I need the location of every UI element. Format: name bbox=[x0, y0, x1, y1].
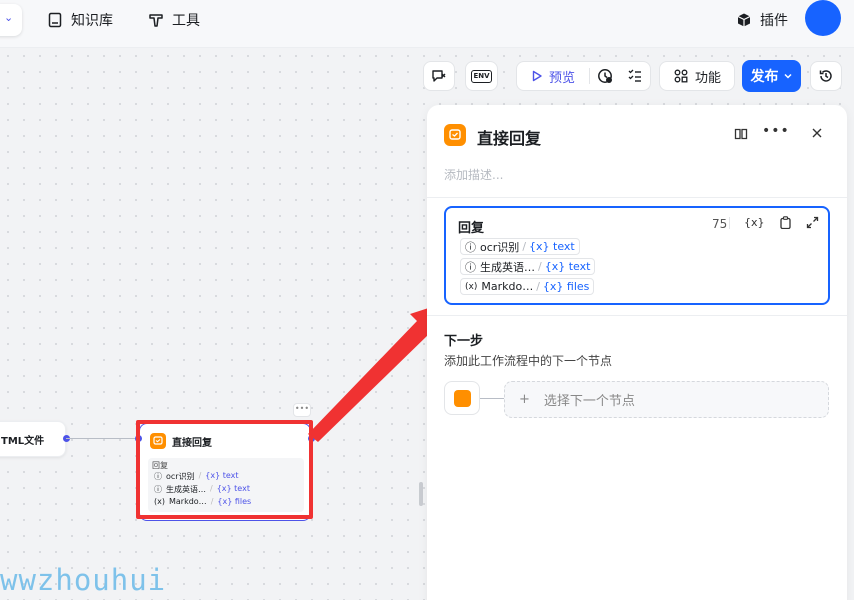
publish-label: 发布 bbox=[750, 69, 779, 85]
node-config-panel: 直接回复 ••• 添加描述... 回复 75 {x} ⓘ ocr识别 / {x} te… bbox=[427, 105, 847, 600]
nav-knowledge-label: 知识库 bbox=[71, 13, 113, 29]
apps-icon bbox=[674, 69, 688, 83]
chevron-down-icon bbox=[783, 73, 792, 79]
description-input[interactable]: 添加描述... bbox=[444, 166, 503, 183]
panel-title: 直接回复 bbox=[477, 129, 542, 148]
plus-icon: + bbox=[519, 392, 530, 407]
select-next-label: 选择下一个节点 bbox=[543, 394, 635, 409]
connection-edge bbox=[66, 438, 138, 439]
divider bbox=[729, 216, 730, 229]
row-type: Markdo… bbox=[168, 497, 207, 506]
row-var: {x} text bbox=[529, 240, 575, 253]
more-icon[interactable]: ••• bbox=[762, 123, 790, 139]
nav-plugin[interactable]: 插件 bbox=[736, 10, 788, 30]
checklist-icon bbox=[628, 69, 641, 82]
watermark: wwzhouhui bbox=[0, 563, 167, 597]
book-open-icon bbox=[734, 128, 748, 140]
function-label: 功能 bbox=[694, 70, 721, 86]
history-icon bbox=[819, 70, 832, 82]
reply-tools: {x} bbox=[729, 216, 819, 229]
reply-node[interactable]: 直接回复 回复 ⓘ ocr识别 / {x} text ⓘ 生成英语… / {x} text … bbox=[139, 423, 311, 521]
env-button[interactable]: ENV bbox=[465, 61, 498, 91]
row-type: 生成英语… bbox=[480, 260, 535, 274]
current-node-badge bbox=[444, 381, 480, 415]
row-var: {x} files bbox=[542, 280, 590, 293]
info-icon: ⓘ bbox=[154, 485, 162, 494]
comment-icon bbox=[432, 70, 446, 82]
reply-node-section-label: 回复 bbox=[152, 461, 168, 470]
publish-button[interactable]: 发布 bbox=[742, 60, 801, 92]
next-step-title: 下一步 bbox=[444, 334, 484, 349]
nav-plugin-label: 插件 bbox=[760, 13, 788, 29]
nav-knowledge[interactable]: 知识库 bbox=[47, 10, 113, 30]
connection-edge bbox=[480, 398, 504, 399]
reply-node-row: ⓘ ocr识别 / {x} text bbox=[154, 471, 239, 481]
reply-node-title: 直接回复 bbox=[172, 438, 212, 449]
book-icon bbox=[48, 12, 62, 28]
html-node-label: TML文件 bbox=[1, 436, 45, 447]
row-var: {x} text bbox=[205, 471, 239, 480]
top-bar: ⌄ 知识库 工具 插件 bbox=[0, 0, 854, 48]
row-type: Markdo… bbox=[481, 280, 534, 293]
reply-variable-chip[interactable]: (x) Markdo… / {x} files bbox=[460, 278, 595, 295]
preview-button[interactable]: 预览 bbox=[517, 67, 589, 86]
next-step-desc: 添加此工作流程中的下一个节点 bbox=[444, 354, 613, 368]
preview-label: 预览 bbox=[549, 70, 576, 86]
row-var: {x} text bbox=[544, 260, 591, 273]
input-port[interactable] bbox=[135, 435, 142, 442]
workspace-switcher[interactable]: ⌄ bbox=[0, 4, 22, 36]
env-icon: ENV bbox=[471, 69, 492, 83]
run-toolbar-group: 预览 bbox=[516, 61, 651, 91]
reply-node-body: 回复 ⓘ ocr识别 / {x} text ⓘ 生成英语… / {x} text (x) Ma… bbox=[148, 458, 304, 512]
reply-node-icon bbox=[454, 390, 471, 407]
html-file-node[interactable]: TML文件 bbox=[0, 421, 66, 457]
cube-icon bbox=[737, 13, 751, 27]
avatar[interactable] bbox=[805, 0, 841, 36]
test-list-button[interactable] bbox=[620, 68, 650, 84]
info-icon: ⓘ bbox=[154, 472, 162, 481]
comment-button[interactable] bbox=[423, 61, 455, 91]
doc-button[interactable] bbox=[734, 127, 748, 141]
variable-icon: (x) bbox=[465, 281, 478, 292]
more-icon[interactable]: ••• bbox=[293, 403, 311, 417]
nav-tools[interactable]: 工具 bbox=[148, 10, 200, 30]
char-count: 75 bbox=[712, 217, 728, 231]
row-type: ocr识别 bbox=[480, 240, 520, 254]
close-button[interactable] bbox=[811, 127, 823, 139]
expand-icon[interactable] bbox=[806, 216, 819, 229]
select-next-node[interactable]: + 选择下一个节点 bbox=[504, 381, 829, 418]
function-button[interactable]: 功能 bbox=[659, 61, 735, 91]
version-history-button[interactable] bbox=[810, 61, 842, 91]
reply-node-icon bbox=[150, 433, 166, 449]
output-port[interactable] bbox=[308, 435, 315, 442]
chevron-down-icon: ⌄ bbox=[4, 11, 14, 24]
nav-tools-label: 工具 bbox=[172, 13, 200, 29]
close-icon bbox=[812, 128, 822, 138]
reply-variable-chip[interactable]: ⓘ ocr识别 / {x} text bbox=[460, 238, 580, 255]
row-type: ocr识别 bbox=[166, 472, 195, 481]
row-var: {x} files bbox=[217, 497, 252, 506]
info-icon: ⓘ bbox=[465, 260, 476, 274]
reply-node-row: (x) Markdo… / {x} files bbox=[154, 497, 252, 506]
hammer-icon bbox=[149, 14, 163, 27]
reply-label: 回复 bbox=[458, 221, 485, 236]
row-var: {x} text bbox=[216, 484, 250, 493]
play-icon bbox=[532, 70, 542, 82]
variable-icon: (x) bbox=[154, 497, 165, 506]
reply-node-row: ⓘ 生成英语… / {x} text bbox=[154, 484, 250, 494]
history-run-button[interactable] bbox=[590, 68, 620, 84]
row-type: 生成英语… bbox=[166, 485, 206, 494]
clipboard-icon[interactable] bbox=[779, 216, 792, 229]
insert-variable-button[interactable]: {x} bbox=[744, 216, 765, 229]
panel-resize-handle[interactable] bbox=[419, 482, 423, 506]
reply-editor[interactable]: 回复 75 {x} ⓘ ocr识别 / {x} text ⓘ 生成英语… / {x} tex… bbox=[444, 206, 830, 305]
divider bbox=[427, 197, 847, 198]
reply-node-icon bbox=[444, 124, 466, 146]
divider bbox=[427, 315, 847, 316]
clock-play-icon bbox=[598, 69, 612, 83]
reply-variable-chip[interactable]: ⓘ 生成英语… / {x} text bbox=[460, 258, 596, 275]
info-icon: ⓘ bbox=[465, 240, 476, 254]
